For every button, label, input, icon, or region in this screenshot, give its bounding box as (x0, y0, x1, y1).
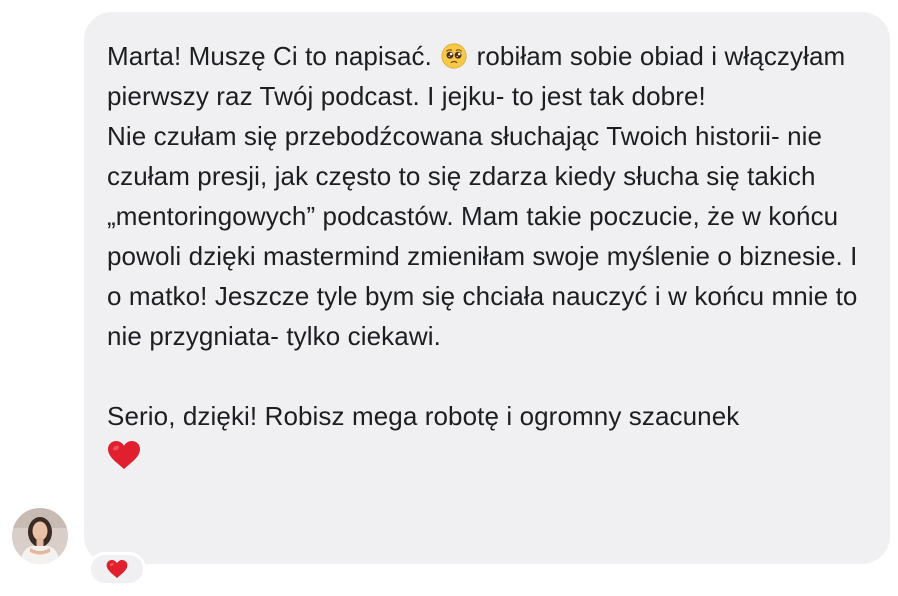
avatar[interactable] (12, 508, 68, 564)
message-line-1-start: Marta! Muszę Ci to napisać. (107, 41, 432, 71)
profile-photo (12, 508, 68, 564)
message-paragraph-1: Marta! Muszę Ci to napisać. robiłam sobi… (107, 36, 870, 116)
message-line-1-end: robiłam sobie obiad i (476, 41, 718, 71)
message-paragraph-2: Nie czułam się przebodźcowana słuchając … (107, 121, 858, 351)
message-bubble[interactable]: Marta! Muszę Ci to napisać. robiłam sobi… (84, 12, 890, 564)
red-heart-icon (108, 441, 140, 469)
message-text: Marta! Muszę Ci to napisać. robiłam sobi… (107, 36, 870, 470)
pleading-face-icon (441, 43, 467, 69)
message-paragraph-3: Serio, dzięki! Robisz mega robotę i ogro… (107, 401, 740, 431)
red-heart-icon (106, 559, 128, 579)
reaction-badge[interactable] (88, 552, 146, 586)
